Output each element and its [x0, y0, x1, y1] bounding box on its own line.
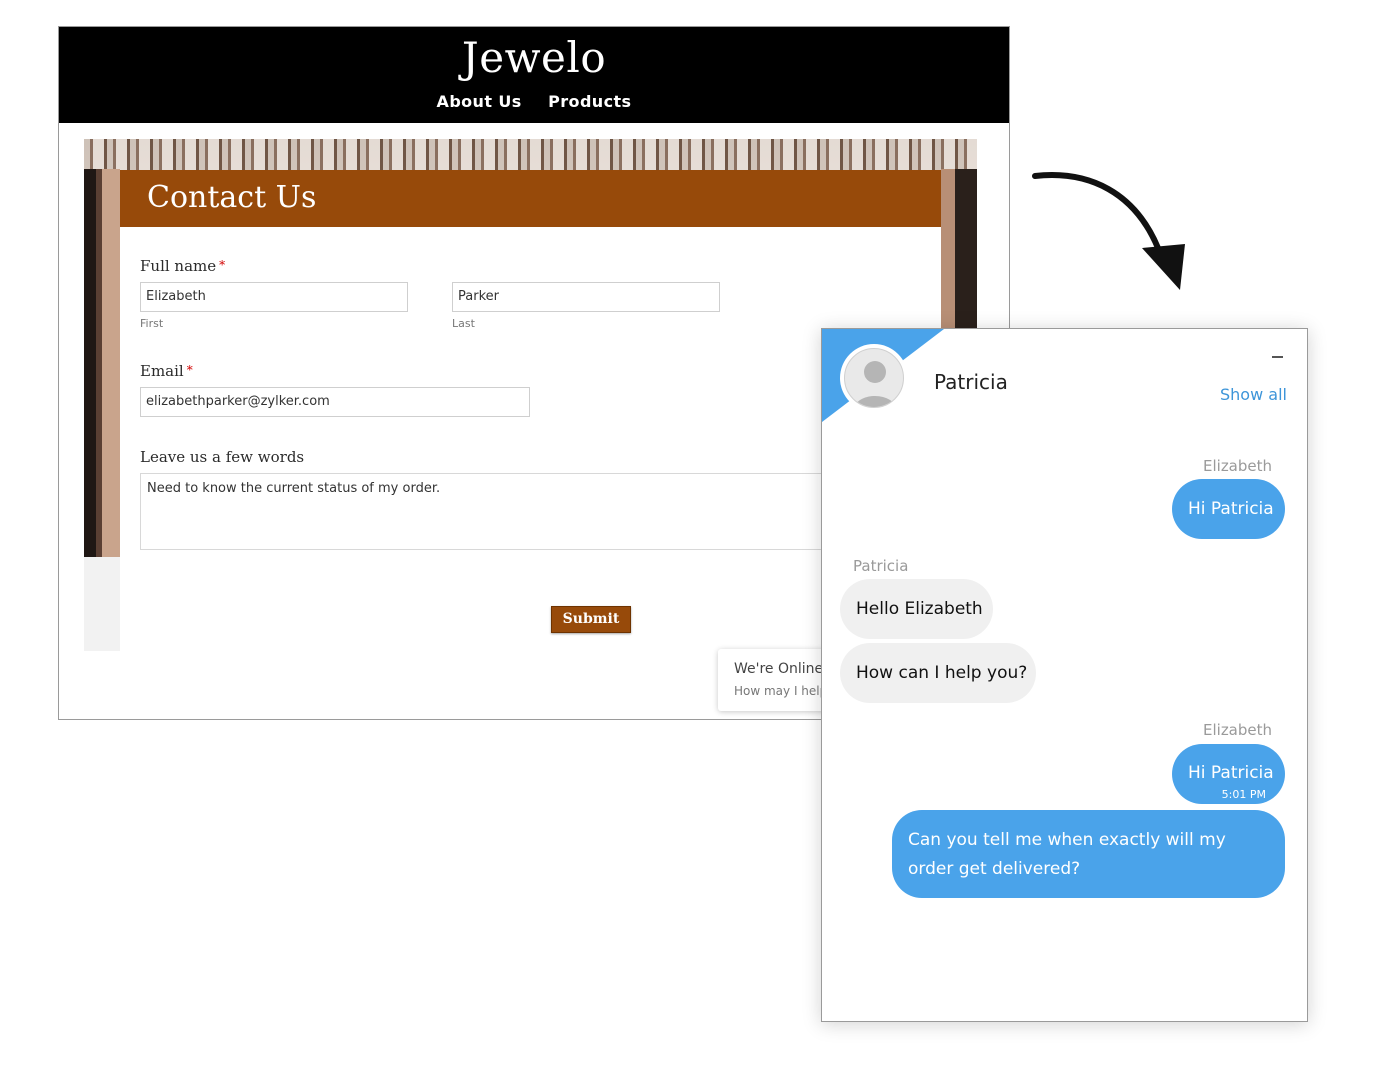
main-nav: About Us Products — [59, 92, 1009, 112]
chat-message-outgoing: Hi Patricia — [1172, 479, 1285, 539]
message-sender: Elizabeth — [1203, 721, 1273, 739]
email-label: Email * — [140, 362, 193, 380]
chat-message-incoming: Hello Elizabeth — [840, 579, 993, 639]
nav-products[interactable]: Products — [548, 92, 631, 111]
first-name-input[interactable]: Elizabeth — [140, 282, 408, 312]
minimize-icon[interactable] — [1272, 348, 1284, 362]
chat-message-incoming: How can I help you? — [840, 643, 1036, 703]
chat-window: Patricia Show all Elizabeth Hi Patricia … — [821, 328, 1308, 1022]
email-input[interactable]: elizabethparker@zylker.com — [140, 387, 530, 417]
message-timestamp: 5:01 PM — [1221, 788, 1266, 801]
site-header: Jewelo About Us Products — [59, 27, 1009, 123]
chat-message-outgoing: Can you tell me when exactly will my ord… — [892, 810, 1285, 898]
brand-logo[interactable]: Jewelo — [59, 33, 1009, 82]
submit-button[interactable]: Submit — [551, 606, 631, 633]
user-avatar-icon — [844, 348, 904, 408]
show-all-link[interactable]: Show all — [1220, 385, 1287, 404]
message-textarea[interactable]: Need to know the current status of my or… — [140, 473, 900, 550]
agent-name: Patricia — [934, 370, 1008, 394]
online-status-text: We're Online! — [734, 661, 829, 677]
agent-avatar — [840, 344, 908, 412]
last-name-input[interactable]: Parker — [452, 282, 720, 312]
required-mark: * — [219, 258, 226, 272]
last-name-sublabel: Last — [452, 317, 475, 330]
curved-arrow-icon — [1032, 172, 1185, 290]
required-mark: * — [186, 363, 193, 377]
online-prompt-text: How may I help — [734, 684, 828, 698]
form-title-bar: Contact Us — [120, 170, 941, 227]
message-sender: Elizabeth — [1203, 457, 1273, 475]
first-name-sublabel: First — [140, 317, 164, 330]
message-sender: Patricia — [853, 557, 909, 575]
message-label: Leave us a few words — [140, 448, 305, 466]
chat-message-outgoing: Hi Patricia 5:01 PM — [1172, 744, 1285, 804]
form-title: Contact Us — [147, 180, 317, 215]
contact-form: Contact Us Full name * Elizabeth First Pa… — [120, 170, 941, 710]
nav-about-us[interactable]: About Us — [437, 92, 522, 111]
fullname-label: Full name * — [140, 257, 226, 275]
